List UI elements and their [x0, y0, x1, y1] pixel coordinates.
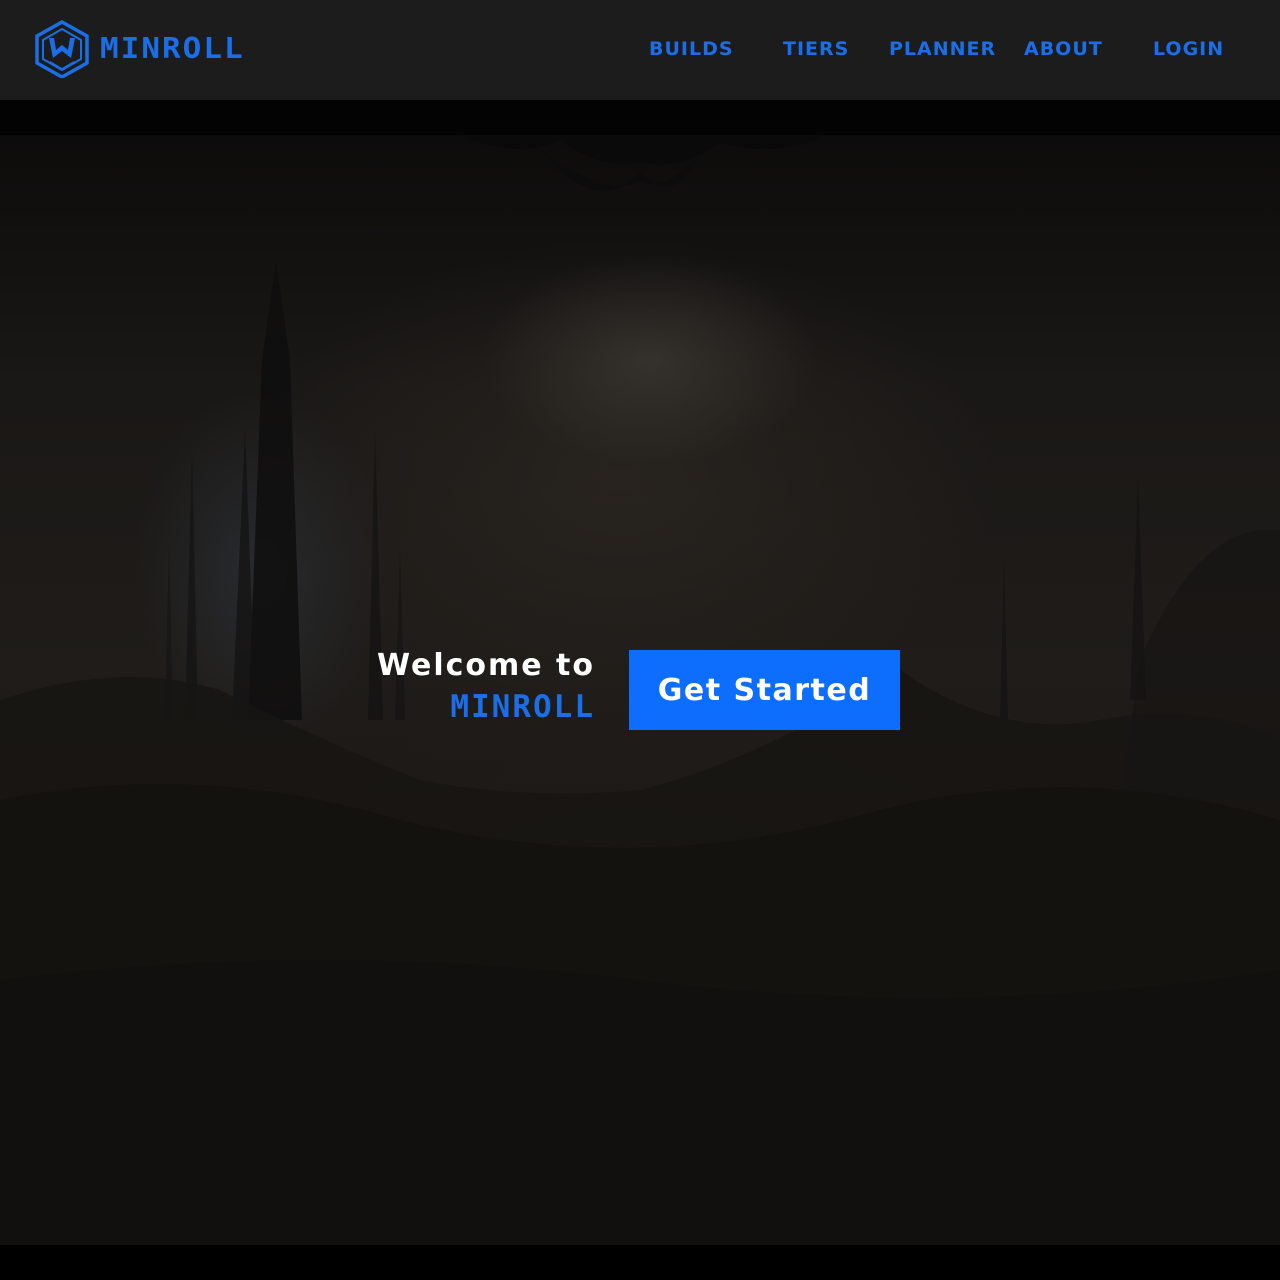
footer-band [0, 1245, 1280, 1280]
welcome-heading: Welcome to MINROLL [330, 644, 595, 726]
nav-item-builds[interactable]: BUILDS [649, 36, 734, 62]
get-started-button[interactable]: Get Started [629, 650, 900, 730]
main-nav: BUILDS TIERS PLANNER ABOUT LOGIN [0, 36, 1280, 64]
nav-item-about[interactable]: ABOUT [1024, 36, 1103, 62]
nav-item-planner[interactable]: PLANNER [889, 36, 996, 62]
welcome-text: Welcome to [376, 648, 595, 683]
nav-item-tiers[interactable]: TIERS [783, 36, 849, 62]
site-header: MINROLL BUILDS TIERS PLANNER ABOUT LOGIN [0, 0, 1280, 100]
welcome-brand-name: MINROLL [450, 689, 595, 725]
nav-item-login[interactable]: LOGIN [1153, 36, 1224, 62]
hero-section: Welcome to MINROLL Get Started [0, 100, 1280, 1245]
